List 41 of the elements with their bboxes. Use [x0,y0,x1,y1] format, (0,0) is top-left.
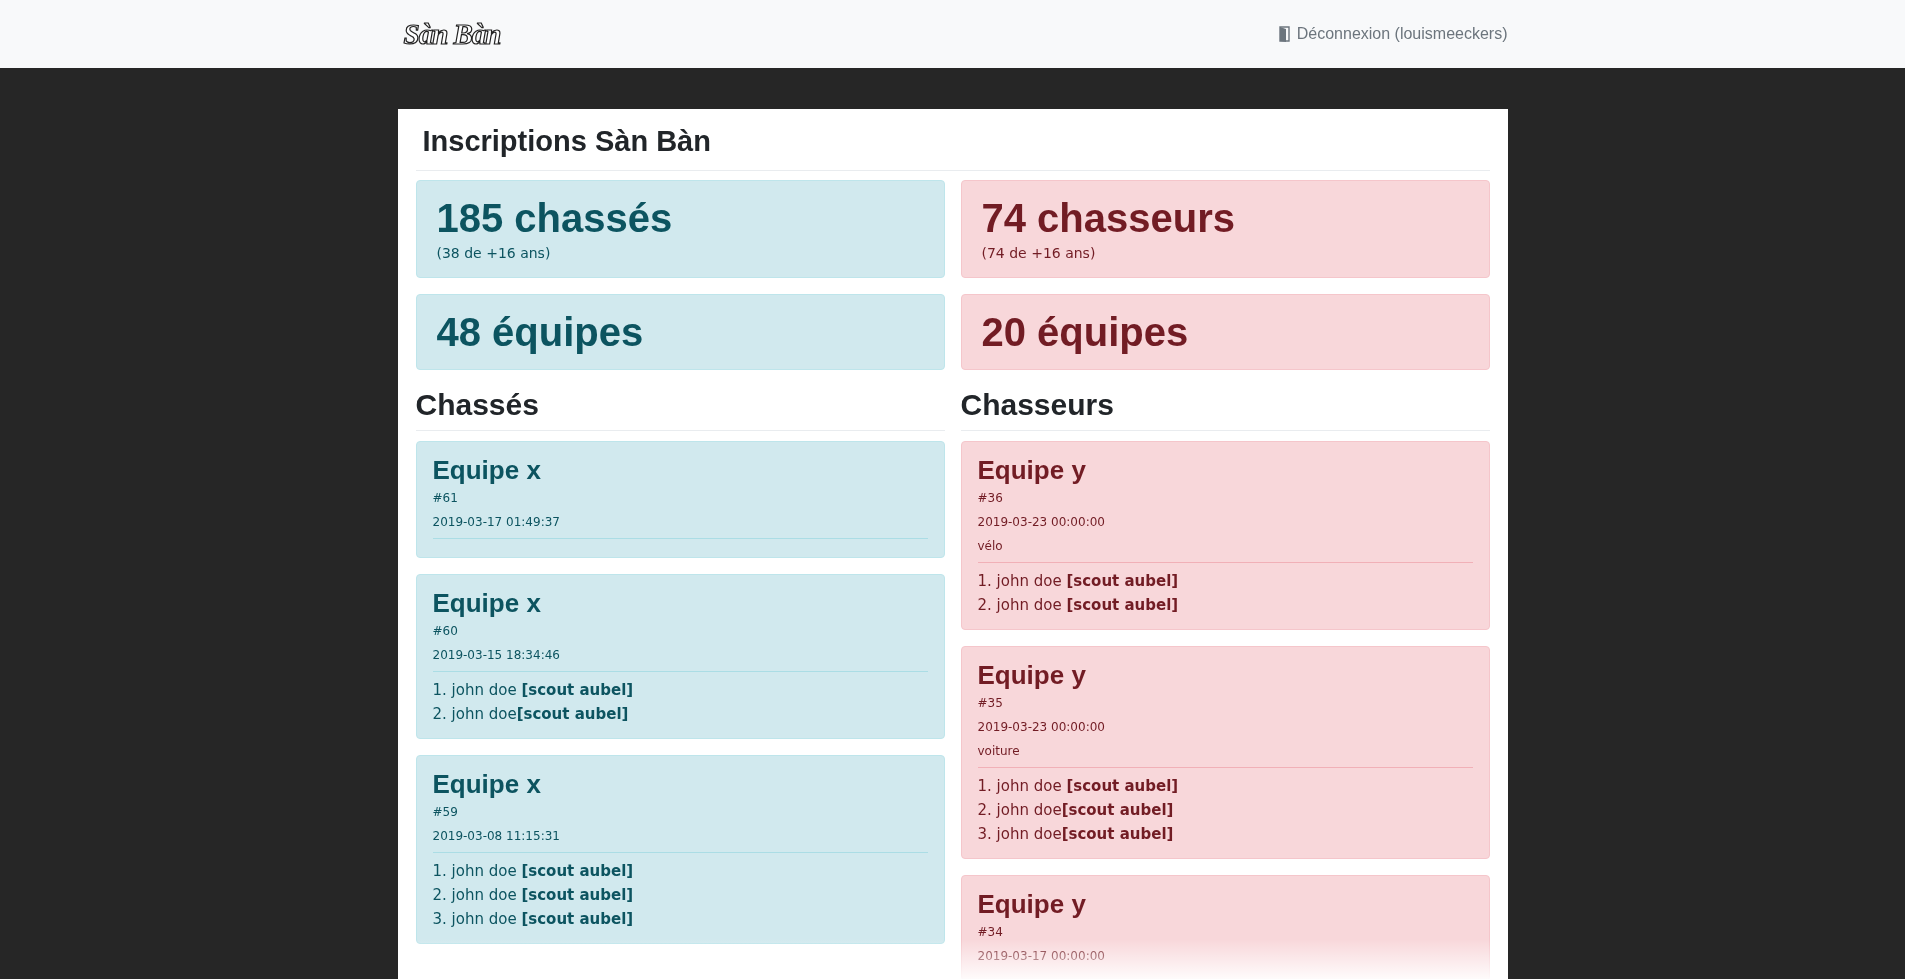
team-date: 2019-03-15 18:34:46 [432,647,561,664]
team-number: #34 [977,924,1004,941]
team-vehicle: voiture [977,743,1021,760]
member-entry: 2. john doe [scout aubel] [977,595,1180,616]
section-heading: Chasseurs [960,386,1490,431]
member-entry: 3. john doe[scout aubel] [977,824,1175,845]
team-name: Equipe x [432,587,542,619]
door-icon [1278,26,1290,42]
logout-link[interactable]: Déconnexion (louismeeckers) [1278,25,1508,43]
team-name: Equipe y [977,888,1087,920]
team-vehicle: vélo [977,538,1004,555]
team-name: Equipe y [977,659,1087,691]
team-date: 2019-03-23 00:00:00 [977,719,1106,736]
stat-value: 185 chassés [436,195,674,242]
team-number: #61 [432,490,459,507]
team-number: #59 [432,804,459,821]
member-entry: 1. john doe [scout aubel] [432,680,635,701]
member-entry: 2. john doe [scout aubel] [432,885,635,906]
member-entry: 1. john doe [scout aubel] [432,861,635,882]
member-entry: 1. john doe [scout aubel] [977,776,1180,797]
member-entry: 2. john doe[scout aubel] [432,704,630,725]
team-name: Equipe x [432,454,542,486]
member-entry: 1. john doe [scout aubel] [977,571,1180,592]
stat-value: 48 équipes [436,309,645,356]
stat-value: 20 équipes [981,309,1190,356]
team-date: 2019-03-17 01:49:37 [432,514,561,531]
team-name: Equipe y [977,454,1087,486]
team-number: #60 [432,623,459,640]
team-number: #36 [977,490,1004,507]
stat-note: (74 de +16 ans) [981,244,1097,263]
member-entry: 3. john doe [scout aubel] [432,909,635,930]
team-date: 2019-03-17 00:00:00 [977,948,1106,965]
team-name: Equipe x [432,768,542,800]
team-date: 2019-03-08 11:15:31 [432,828,561,845]
page-title: Inscriptions Sàn Bàn [415,109,1490,171]
team-date: 2019-03-23 00:00:00 [977,514,1106,531]
team-number: #35 [977,695,1004,712]
stat-note: (38 de +16 ans) [436,244,552,263]
section-heading: Chassés [415,386,945,431]
member-entry: 2. john doe[scout aubel] [977,800,1175,821]
stat-value: 74 chasseurs [981,195,1236,242]
